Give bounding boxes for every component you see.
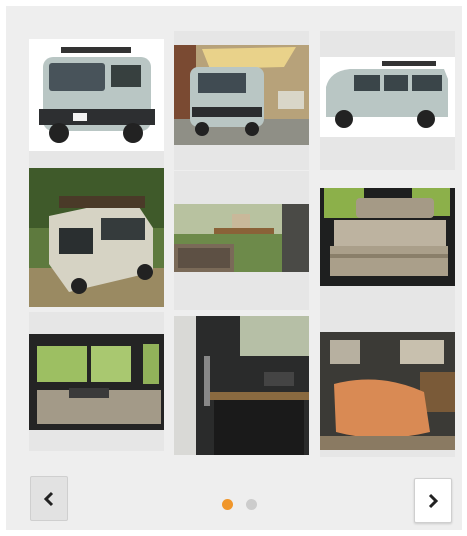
chevron-left-icon xyxy=(43,491,54,506)
van-front-photo xyxy=(29,39,164,151)
van-rear-photo xyxy=(29,168,164,307)
thumbnail-van-side[interactable] xyxy=(320,31,455,170)
van-side-photo xyxy=(320,57,455,137)
interior-bed-photo xyxy=(29,334,164,430)
van-parked-photo xyxy=(174,45,309,145)
thumbnail-interior-table[interactable] xyxy=(174,171,309,310)
photo-gallery xyxy=(6,6,462,530)
prev-button[interactable] xyxy=(30,476,68,521)
interior-table-photo xyxy=(174,204,309,272)
thumbnail-interior-mattress[interactable] xyxy=(320,318,455,457)
interior-mattress-photo xyxy=(320,332,455,450)
thumbnail-van-rear[interactable] xyxy=(29,168,164,307)
pagination-dots xyxy=(222,499,257,510)
thumbnail-van-front[interactable] xyxy=(29,39,164,178)
thumbnail-interior-kitchen[interactable] xyxy=(174,316,309,455)
interior-kitchen-photo xyxy=(174,316,309,455)
thumbnail-interior-seats[interactable] xyxy=(320,188,455,327)
thumbnail-interior-bed[interactable] xyxy=(29,312,164,451)
page-dot-2[interactable] xyxy=(246,499,257,510)
thumbnail-van-parked[interactable] xyxy=(174,31,309,170)
chevron-right-icon xyxy=(428,493,439,508)
next-button[interactable] xyxy=(414,478,452,523)
page-dot-1[interactable] xyxy=(222,499,233,510)
interior-seats-photo xyxy=(320,188,455,286)
